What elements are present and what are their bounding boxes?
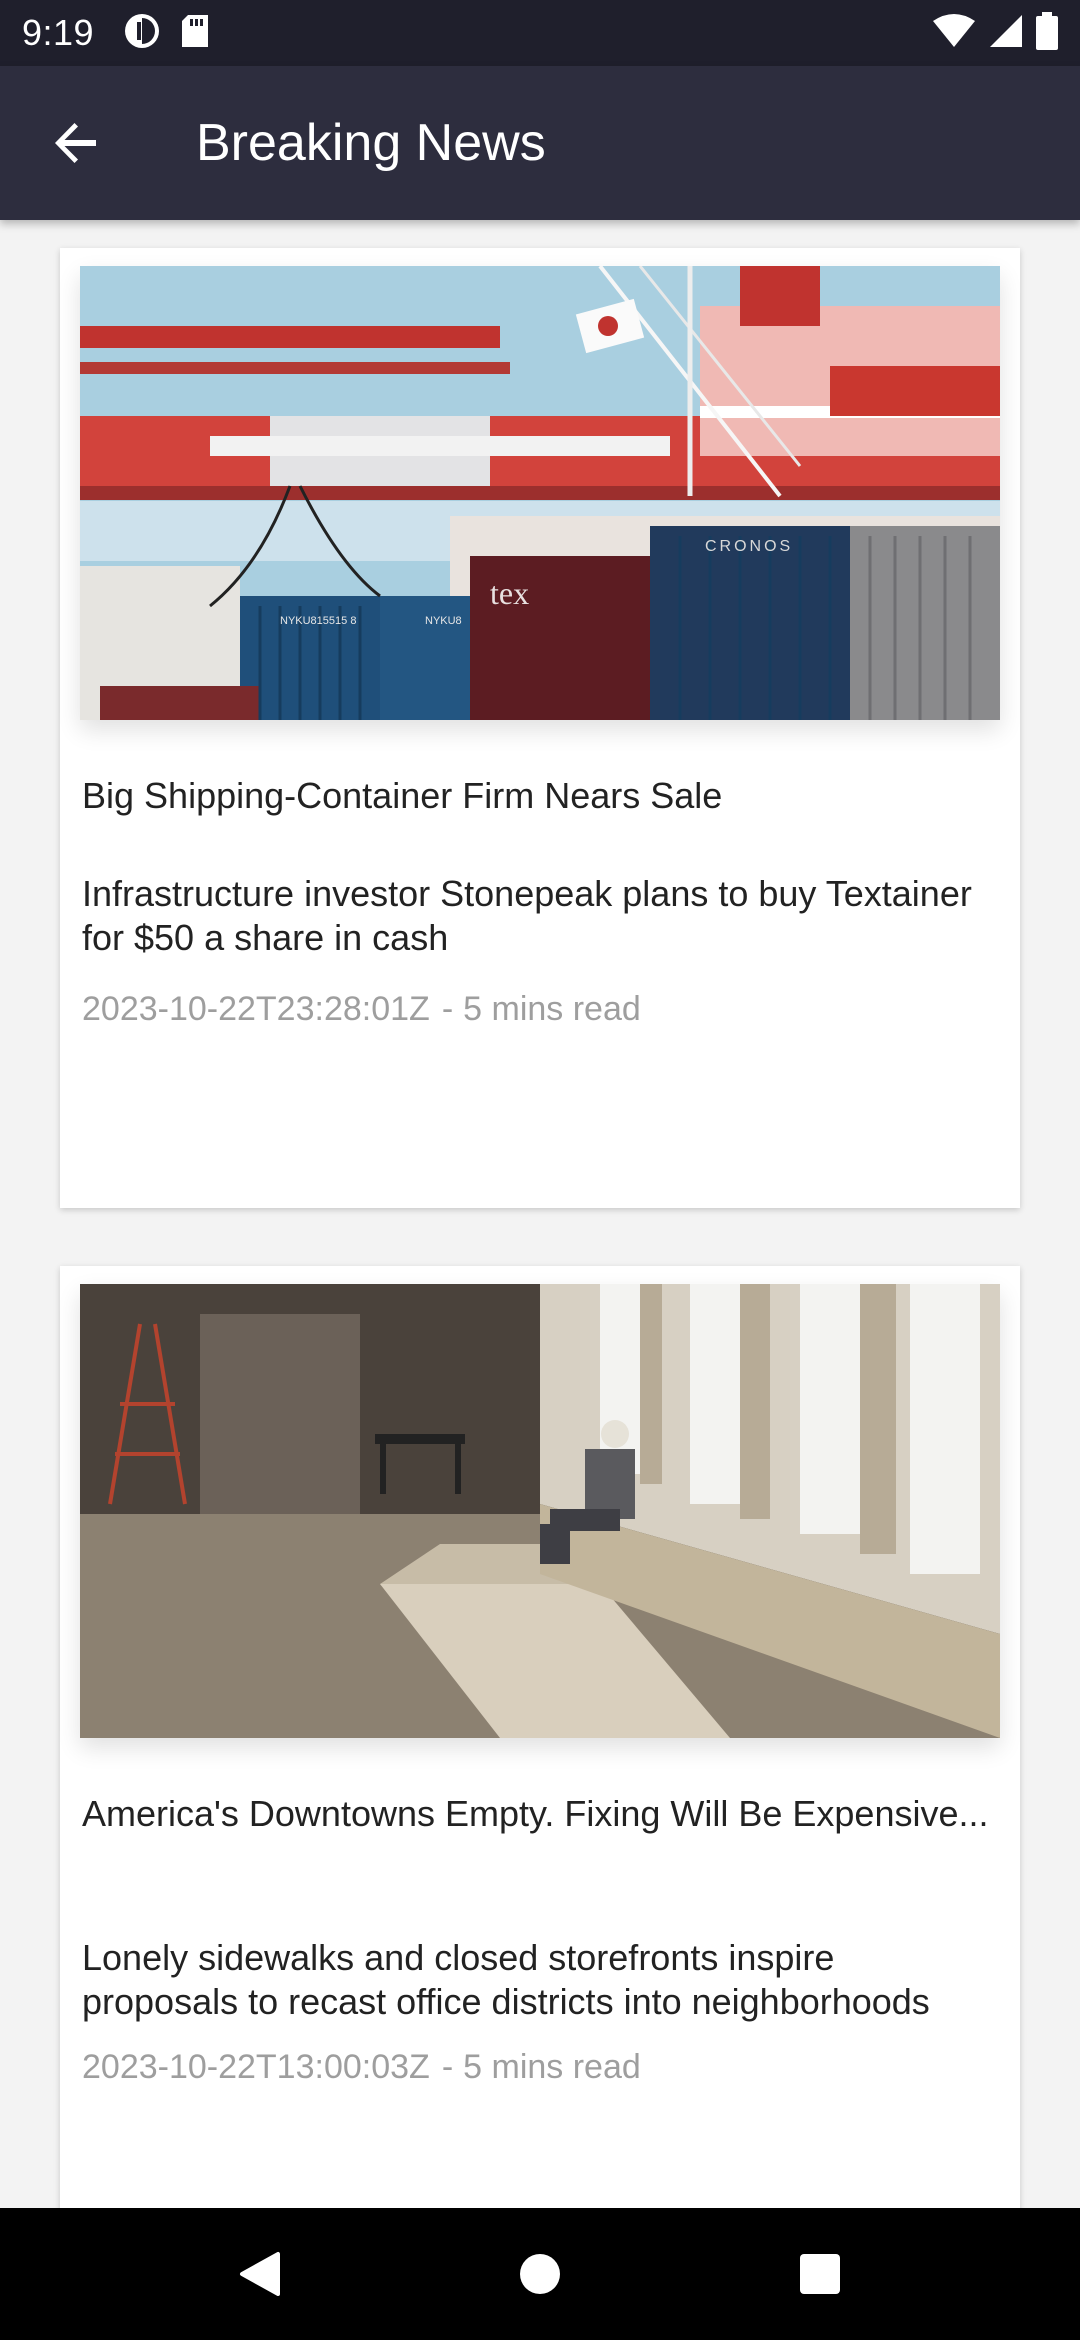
container-label-nyku-1: NYKU815515 8 (280, 615, 356, 627)
back-button[interactable] (36, 103, 116, 183)
nav-recents-button[interactable] (770, 2224, 870, 2324)
article-image: tex CRONOS NYKU815515 8 NYKU8 (80, 266, 1000, 720)
navigation-bar (0, 2208, 1080, 2340)
article-description: Lonely sidewalks and closed storefronts … (82, 1937, 930, 2022)
arrow-left-icon (55, 123, 96, 163)
wifi-icon (932, 13, 976, 54)
article-published-date: 2023-10-22T23:28:01Z (82, 990, 430, 1028)
article-image (80, 1284, 1000, 1738)
container-label-tex: tex (490, 575, 529, 611)
news-feed[interactable]: tex CRONOS NYKU815515 8 NYKU8 Big Shippi… (0, 220, 1080, 2208)
nav-home-button[interactable] (490, 2224, 590, 2324)
nav-back-button[interactable] (210, 2224, 310, 2324)
status-bar: 9:19 (0, 0, 1080, 66)
container-label-cronos: CRONOS (705, 538, 793, 555)
app-bar: Breaking News (0, 66, 1080, 220)
news-card[interactable]: tex CRONOS NYKU815515 8 NYKU8 Big Shippi… (60, 248, 1020, 1208)
article-title: Big Shipping-Container Firm Nears Sale (82, 775, 723, 816)
status-notification-icons (124, 13, 210, 54)
app-notification-icon (124, 13, 160, 54)
article-meta: 2023-10-22T13:00:03Z -5 mins read (82, 2048, 998, 2087)
container-label-nyku-2: NYKU8 (425, 615, 462, 627)
meta-separator: - (441, 990, 454, 1028)
status-time: 9:19 (22, 12, 95, 53)
article-read-time: 5 mins read (463, 990, 641, 1028)
meta-separator: - (441, 2048, 454, 2086)
article-meta: 2023-10-22T23:28:01Z -5 mins read (82, 990, 998, 1029)
battery-icon (1036, 11, 1058, 55)
page-title: Breaking News (196, 114, 546, 172)
square-recents-icon (800, 2254, 840, 2294)
article-description: Infrastructure investor Stonepeak plans … (82, 873, 972, 958)
triangle-back-icon (240, 2252, 280, 2296)
article-read-time: 5 mins read (463, 2048, 641, 2086)
status-system-icons (932, 11, 1058, 55)
article-title: America's Downtowns Empty. Fixing Will B… (82, 1793, 989, 1834)
news-card[interactable]: America's Downtowns Empty. Fixing Will B… (60, 1266, 1020, 2208)
cell-signal-icon (988, 13, 1024, 54)
circle-home-icon (520, 2254, 560, 2294)
sd-card-icon (180, 13, 210, 54)
article-published-date: 2023-10-22T13:00:03Z (82, 2048, 430, 2086)
